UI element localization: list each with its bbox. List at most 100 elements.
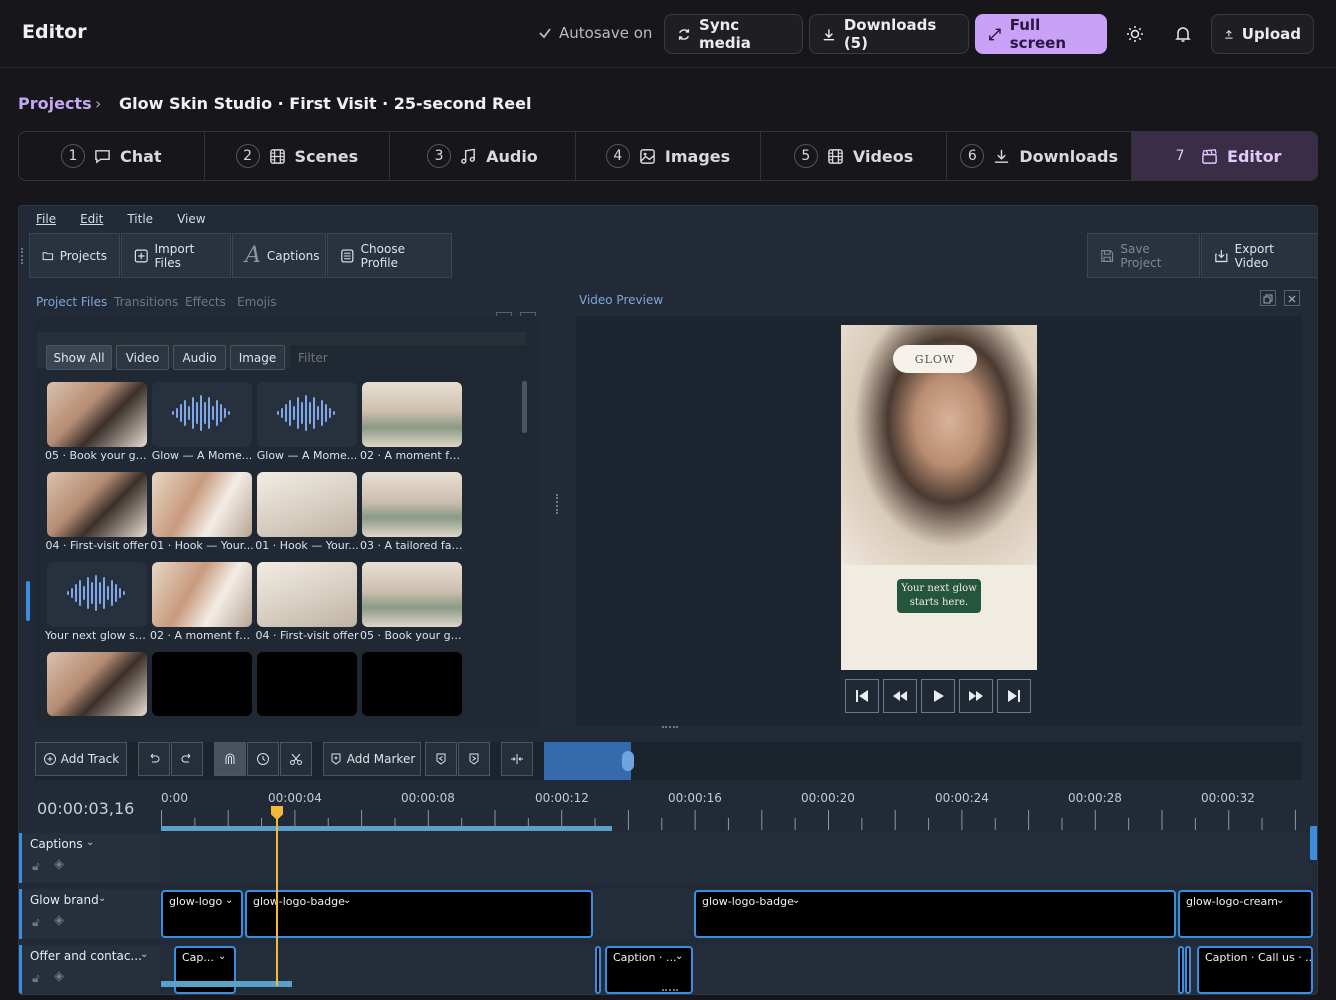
menu-file[interactable]: File [36, 206, 56, 232]
file-thumbnail[interactable] [152, 652, 252, 716]
filter-show-all-button[interactable]: Show All [46, 345, 112, 370]
menu-title[interactable]: Title [127, 206, 153, 232]
breadcrumb-projects-link[interactable]: Projects [18, 94, 92, 113]
clip-caption-3[interactable]: Caption · Call us · ... [1197, 946, 1313, 994]
export-video-button[interactable]: Export Video [1201, 233, 1317, 278]
file-thumbnail[interactable] [152, 562, 252, 627]
save-project-button[interactable]: Save Project [1087, 233, 1200, 278]
add-marker-button[interactable]: Add Marker [323, 742, 421, 776]
notifications-button[interactable] [1169, 20, 1197, 48]
menu-view[interactable]: View [177, 206, 205, 232]
chevron-down-icon[interactable]: ⌄ [98, 893, 106, 904]
file-thumbnail[interactable] [257, 472, 357, 537]
filter-audio-button[interactable]: Audio [173, 345, 226, 370]
filter-input[interactable] [290, 345, 526, 370]
chevron-down-icon[interactable]: ⌄ [86, 837, 94, 848]
previous-marker-button[interactable] [425, 742, 457, 776]
minimap-resize-handle[interactable] [622, 751, 634, 771]
rewind-button[interactable] [883, 679, 917, 713]
step-audio[interactable]: 3 Audio [390, 132, 576, 180]
chevron-down-icon[interactable]: ⌄ [225, 895, 233, 906]
audio-file-thumbnail[interactable] [257, 382, 357, 447]
timeline-minimap-viewport[interactable] [544, 742, 631, 780]
clip-caption-2[interactable]: Caption · ... ⌄ [605, 946, 693, 994]
panel-resize-handle[interactable] [26, 581, 30, 621]
file-thumbnail[interactable] [257, 562, 357, 627]
preview-float-button[interactable] [1260, 290, 1276, 306]
next-marker-button[interactable] [458, 742, 490, 776]
file-thumbnail[interactable] [152, 472, 252, 537]
file-thumbnail[interactable] [47, 472, 147, 537]
tab-emojis[interactable]: Emojis [237, 295, 277, 309]
skip-to-end-button[interactable] [997, 679, 1031, 713]
step-chat[interactable]: 1 Chat [19, 132, 205, 180]
projects-button[interactable]: Projects [29, 233, 120, 278]
keyframe-icon[interactable]: ◈ [54, 857, 64, 872]
track-lane-captions[interactable] [161, 833, 1311, 883]
audio-file-thumbnail[interactable] [47, 562, 147, 627]
keyframe-icon[interactable]: ◈ [54, 969, 64, 984]
clip-glow-logo-badge-2[interactable]: glow-logo-badge ⌄ [694, 890, 1176, 938]
fast-forward-button[interactable] [959, 679, 993, 713]
clip-glow-logo-cream[interactable]: glow-logo-cream ⌄ [1178, 890, 1313, 938]
chevron-down-icon[interactable]: ⌄ [343, 895, 351, 906]
audio-file-thumbnail[interactable] [152, 382, 252, 447]
lock-icon[interactable]: 🔓︎ [32, 915, 40, 930]
filter-image-button[interactable]: Image [230, 345, 285, 370]
chevron-down-icon[interactable]: ⌄ [675, 951, 683, 962]
playhead[interactable] [276, 806, 278, 986]
track-lane-offer[interactable] [161, 945, 1311, 994]
full-screen-button[interactable]: Full screen [975, 14, 1107, 54]
chevron-down-icon[interactable]: ⌄ [792, 895, 800, 906]
skip-to-start-button[interactable] [845, 679, 879, 713]
center-playhead-button[interactable] [501, 742, 533, 776]
file-grid-scrollbar[interactable] [522, 381, 527, 433]
clip-caption-stack-edge[interactable] [1185, 946, 1191, 994]
filter-video-button[interactable]: Video [116, 345, 169, 370]
file-thumbnail[interactable] [362, 382, 462, 447]
file-thumbnail[interactable] [362, 652, 462, 716]
splitter-handle[interactable] [556, 494, 559, 514]
lock-icon[interactable]: 🔓︎ [32, 971, 40, 986]
clip-glow-logo-badge-1[interactable]: glow-logo-badge ⌄ [245, 890, 593, 938]
undo-button[interactable] [138, 742, 170, 776]
file-thumbnail[interactable] [47, 382, 147, 447]
theme-toggle-button[interactable] [1121, 20, 1149, 48]
file-thumbnail[interactable] [362, 562, 462, 627]
toolbar-grip[interactable] [21, 248, 25, 264]
choose-profile-button[interactable]: Choose Profile [327, 233, 452, 278]
sync-media-button[interactable]: Sync media [664, 14, 803, 54]
razor-button[interactable] [280, 742, 312, 776]
keyframe-icon[interactable]: ◈ [54, 913, 64, 928]
timeline-range-bar[interactable] [161, 826, 612, 831]
chevron-down-icon[interactable]: ⌄ [218, 951, 226, 962]
preview-close-button[interactable] [1284, 290, 1300, 306]
step-downloads[interactable]: 6 Downloads [947, 132, 1133, 180]
redo-button[interactable] [171, 742, 203, 776]
snap-toggle-button[interactable] [214, 742, 246, 776]
bottom-splitter-handle[interactable] [662, 989, 678, 993]
play-button[interactable] [921, 679, 955, 713]
captions-button[interactable]: A Captions [232, 233, 326, 278]
add-track-button[interactable]: Add Track [35, 742, 127, 776]
vertical-splitter-handle[interactable] [662, 726, 678, 730]
step-images[interactable]: 4 Images [576, 132, 762, 180]
video-preview-frame[interactable]: GLOW Your next glow starts here. [841, 325, 1037, 670]
menu-edit[interactable]: Edit [80, 206, 103, 232]
clip-caption-stack-edge[interactable] [595, 946, 601, 994]
file-thumbnail[interactable] [257, 652, 357, 716]
step-videos[interactable]: 5 Videos [761, 132, 947, 180]
chevron-down-icon[interactable]: ⌄ [1276, 895, 1284, 906]
upload-button[interactable]: Upload [1211, 14, 1314, 54]
step-editor[interactable]: 7 Editor [1132, 132, 1317, 180]
clip-glow-logo[interactable]: glow-logo ⌄ [161, 890, 243, 938]
downloads-button[interactable]: Downloads (5) [809, 14, 969, 54]
tab-transitions[interactable]: Transitions [114, 295, 178, 309]
tab-effects[interactable]: Effects [185, 295, 226, 309]
clip-caption-stack-edge[interactable] [1178, 946, 1184, 994]
timeline-horizontal-scrollbar[interactable] [161, 981, 292, 987]
file-thumbnail[interactable] [362, 472, 462, 537]
timing-button[interactable] [247, 742, 279, 776]
timeline-vertical-scrollbar[interactable] [1310, 826, 1317, 860]
tab-project-files[interactable]: Project Files [36, 295, 107, 309]
